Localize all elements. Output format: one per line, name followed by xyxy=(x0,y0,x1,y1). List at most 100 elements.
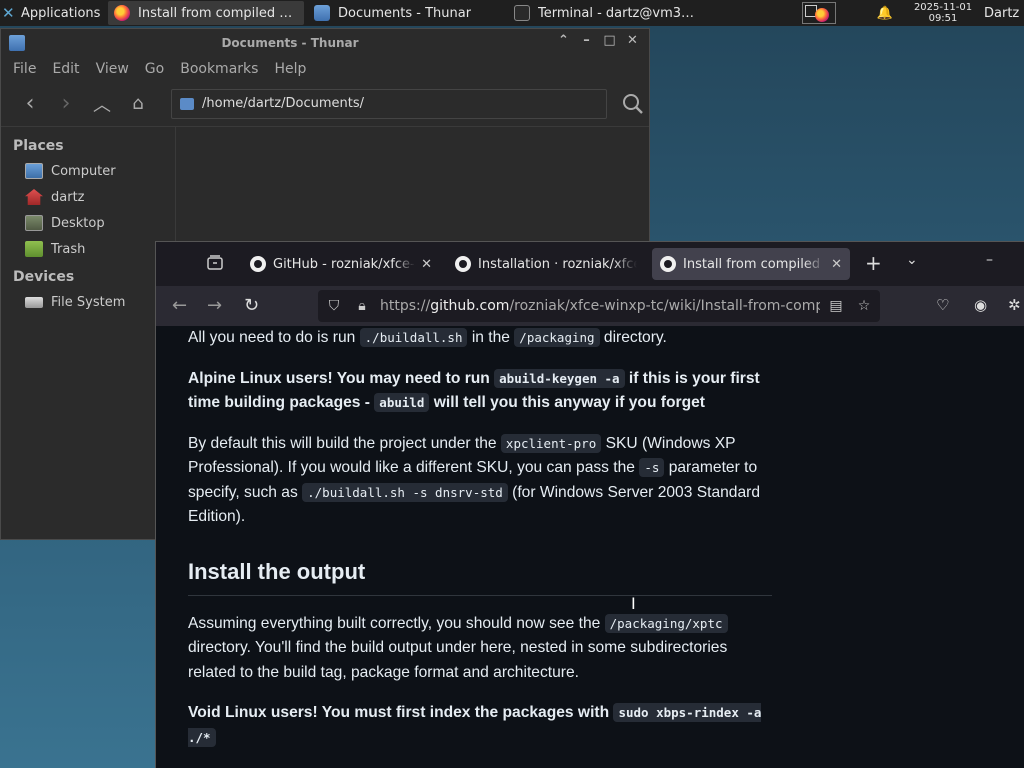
paragraph-bold: Alpine Linux users! You may need to run … xyxy=(188,368,760,412)
bookmark-star-icon[interactable]: ☆ xyxy=(856,298,872,314)
sidebar-item-desktop[interactable]: Desktop xyxy=(1,210,175,236)
menu-view[interactable]: View xyxy=(88,61,137,77)
drive-icon xyxy=(25,296,43,308)
clock-time: 09:51 xyxy=(928,13,958,24)
maximize-icon[interactable]: □ xyxy=(601,33,618,48)
sidebar-item-label: File System xyxy=(51,294,126,310)
github-icon xyxy=(455,256,471,272)
tab-install-from-compiled[interactable]: Install from compiled source ✕ xyxy=(652,248,850,280)
github-icon xyxy=(660,256,676,272)
trash-icon xyxy=(25,241,43,257)
shield-icon[interactable]: ⛉ xyxy=(326,298,342,314)
sidebar-item-filesystem[interactable]: File System xyxy=(1,289,175,315)
taskbar-item-terminal[interactable]: Terminal - dartz@vm3: ~ xyxy=(508,1,704,25)
tab-label: Install from compiled source xyxy=(683,256,825,272)
menu-file[interactable]: File xyxy=(5,61,44,77)
taskbar-item-firefox[interactable]: Install from compiled s... xyxy=(108,1,304,25)
menu-go[interactable]: Go xyxy=(137,61,172,77)
desktop-icon xyxy=(25,215,43,231)
taskbar-item-label: Documents - Thunar xyxy=(338,5,472,21)
paragraph: All you need to do is run ./buildall.sh … xyxy=(188,328,667,347)
close-tab-icon[interactable]: ✕ xyxy=(831,257,842,272)
tab-github-repo[interactable]: GitHub - rozniak/xfce-winxp-tc ✕ xyxy=(242,248,440,280)
paragraph: By default this will build the project u… xyxy=(188,433,761,525)
places-header: Places xyxy=(13,138,64,154)
sidebar-item-label: Computer xyxy=(51,163,116,179)
page-content: All you need to do is run ./buildall.sh … xyxy=(156,326,1024,768)
sidebar-item-label: Trash xyxy=(51,241,86,257)
folder-icon xyxy=(180,97,194,110)
thunar-toolbar: ‹ › ︿ ⌂ /home/dartz/Documents/ xyxy=(1,81,649,127)
url-text: https://github.com/rozniak/xfce-winxp-tc… xyxy=(380,298,820,314)
menu-help[interactable]: Help xyxy=(266,61,314,77)
text-cursor-icon: I xyxy=(631,594,636,613)
back-icon[interactable]: ← xyxy=(172,295,187,316)
firefox-icon xyxy=(114,5,130,21)
lock-icon[interactable]: 🔒︎ xyxy=(354,298,370,314)
new-tab-icon[interactable]: + xyxy=(865,253,882,273)
firefox-window: GitHub - rozniak/xfce-winxp-tc ✕ Install… xyxy=(155,241,1024,768)
xfce-logo-icon: ✕ xyxy=(2,4,15,22)
firefox-icon xyxy=(815,8,829,22)
url-bar[interactable]: ⛉ 🔒︎ https://github.com/rozniak/xfce-win… xyxy=(318,290,880,322)
inline-code: xpclient-pro xyxy=(500,433,602,453)
inline-code: abuild-keygen -a xyxy=(494,368,625,388)
user-menu[interactable]: Dartz xyxy=(984,6,1024,21)
taskbar-item-thunar[interactable]: Documents - Thunar xyxy=(308,1,504,25)
inline-code: -s xyxy=(639,458,665,477)
pocket-icon[interactable]: ♡ xyxy=(936,296,949,314)
tab-strip: GitHub - rozniak/xfce-winxp-tc ✕ Install… xyxy=(156,242,1024,286)
home-icon[interactable]: ⌂ xyxy=(123,89,153,119)
taskbar-item-label: Install from compiled s... xyxy=(138,5,298,21)
menu-bookmarks[interactable]: Bookmarks xyxy=(172,61,266,77)
close-tab-icon[interactable]: ✕ xyxy=(421,257,432,272)
sidebar-item-label: dartz xyxy=(51,189,85,205)
thunar-titlebar[interactable]: Documents - Thunar ⌃ – □ ✕ xyxy=(1,29,649,57)
forward-icon[interactable]: › xyxy=(51,89,81,119)
applications-label: Applications xyxy=(21,5,101,21)
inline-code: ./buildall.sh xyxy=(359,328,468,347)
applications-menu-button[interactable]: ✕ Applications xyxy=(0,0,108,26)
thunar-sidebar: Places Computer dartz Desktop Trash Devi… xyxy=(1,127,176,513)
terminal-icon xyxy=(514,5,530,21)
account-icon[interactable]: ◉ xyxy=(974,296,987,314)
inline-code: /packaging/xptc xyxy=(604,613,728,633)
back-icon[interactable]: ‹ xyxy=(15,89,45,119)
minimize-icon[interactable]: – xyxy=(986,252,993,268)
sidebar-item-home[interactable]: dartz xyxy=(1,184,175,210)
forward-icon[interactable]: → xyxy=(207,295,222,316)
minimize-icon[interactable]: – xyxy=(578,33,595,48)
paragraph: Assuming everything built correctly, you… xyxy=(188,613,728,681)
inline-code: /packaging xyxy=(514,328,600,347)
shade-icon[interactable]: ⌃ xyxy=(555,33,572,48)
notification-bell-icon[interactable]: 🔔 xyxy=(876,6,894,21)
list-all-tabs-icon[interactable]: ⌄ xyxy=(906,252,918,268)
search-icon[interactable] xyxy=(619,90,647,118)
sidebar-item-label: Desktop xyxy=(51,215,105,231)
menu-edit[interactable]: Edit xyxy=(44,61,87,77)
inline-code: abuild xyxy=(374,393,430,412)
extensions-icon[interactable]: ✲ xyxy=(1008,296,1021,314)
firefox-view-icon[interactable] xyxy=(206,254,226,274)
inline-code: ./buildall.sh -s dnsrv-std xyxy=(302,482,508,502)
paragraph-bold: Void Linux users! You must first index t… xyxy=(188,703,762,747)
tab-installation[interactable]: Installation · rozniak/xfce-winxp-tc xyxy=(447,248,645,280)
clock[interactable]: 2025-11-01 09:51 xyxy=(906,2,980,24)
taskbar-item-label: Terminal - dartz@vm3: ~ xyxy=(538,5,698,21)
home-folder-icon xyxy=(25,189,43,205)
thunar-app-icon xyxy=(9,35,25,51)
location-path: /home/dartz/Documents/ xyxy=(202,96,364,111)
window-title: Documents - Thunar xyxy=(221,36,359,50)
workspace-switcher[interactable] xyxy=(802,2,836,24)
folder-icon xyxy=(314,5,330,21)
sidebar-item-trash[interactable]: Trash xyxy=(1,236,175,262)
tab-label: Installation · rozniak/xfce-winxp-tc xyxy=(478,256,637,272)
reload-icon[interactable]: ↻ xyxy=(244,295,259,316)
close-icon[interactable]: ✕ xyxy=(624,33,641,48)
tab-label: GitHub - rozniak/xfce-winxp-tc xyxy=(273,256,415,272)
up-icon[interactable]: ︿ xyxy=(87,89,117,119)
sidebar-item-computer[interactable]: Computer xyxy=(1,158,175,184)
reader-view-icon[interactable]: ▤ xyxy=(828,298,844,314)
location-bar[interactable]: /home/dartz/Documents/ xyxy=(171,88,607,119)
github-icon xyxy=(250,256,266,272)
